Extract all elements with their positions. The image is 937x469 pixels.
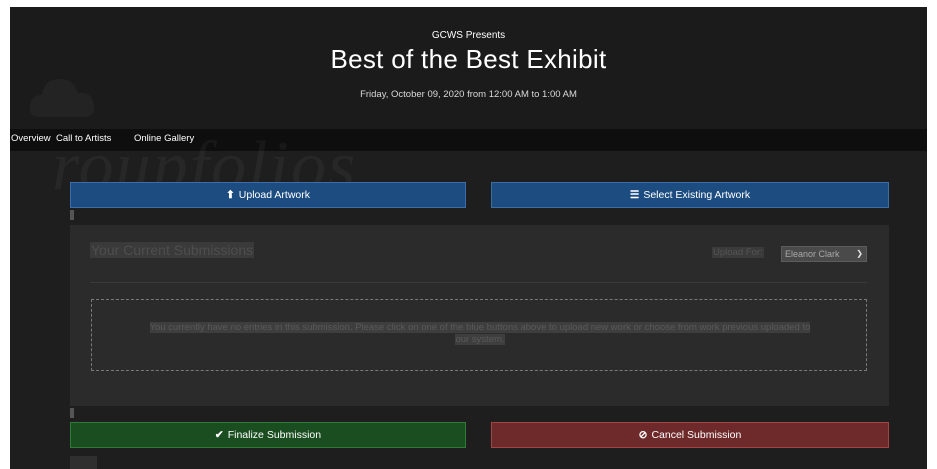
cancel-submission-label: Cancel Submission bbox=[651, 429, 742, 441]
empty-submissions-message: You currently have no entries in this su… bbox=[142, 322, 818, 346]
page-title: Best of the Best Exhibit bbox=[330, 44, 607, 74]
upload-artwork-button[interactable]: ⬆ Upload Artwork bbox=[70, 182, 466, 208]
select-existing-artwork-button[interactable]: ☰ Select Existing Artwork bbox=[491, 182, 889, 208]
upload-for-select[interactable]: Eleanor Clark ❯ bbox=[781, 246, 867, 262]
upload-icon: ⬆ bbox=[225, 189, 235, 201]
finalize-submission-button[interactable]: ✔ Finalize Submission bbox=[70, 422, 466, 448]
upload-artwork-label: Upload Artwork bbox=[238, 189, 310, 201]
header: GCWS Presents Best of the Best Exhibit F… bbox=[10, 7, 927, 129]
ban-icon: ⊘ bbox=[638, 429, 648, 441]
divider-marker bbox=[70, 210, 74, 220]
submissions-title: Your Current Submissions bbox=[90, 242, 255, 258]
upload-for-value: Eleanor Clark bbox=[785, 249, 840, 259]
upload-for-label: Upload For: bbox=[712, 247, 764, 258]
presenter-line: GCWS Presents bbox=[431, 30, 506, 41]
nav-overview[interactable]: Overview bbox=[11, 133, 51, 144]
finalize-submission-label: Finalize Submission bbox=[227, 429, 322, 441]
list-icon: ☰ bbox=[629, 189, 640, 201]
divider-marker bbox=[70, 408, 74, 418]
panel-divider bbox=[90, 282, 867, 283]
submissions-panel: Your Current Submissions Upload For: Ele… bbox=[70, 225, 889, 406]
check-icon: ✔ bbox=[214, 429, 224, 441]
cancel-submission-button[interactable]: ⊘ Cancel Submission bbox=[491, 422, 889, 448]
page-frame: GCWS Presents Best of the Best Exhibit F… bbox=[10, 7, 927, 469]
empty-message-text: You currently have no entries in this su… bbox=[149, 322, 811, 345]
select-existing-artwork-label: Select Existing Artwork bbox=[643, 189, 751, 201]
chevron-down-icon: ❯ bbox=[856, 249, 863, 258]
footer-element bbox=[70, 456, 97, 469]
empty-submissions-box: You currently have no entries in this su… bbox=[91, 299, 867, 371]
event-date: Friday, October 09, 2020 from 12:00 AM t… bbox=[360, 89, 577, 100]
